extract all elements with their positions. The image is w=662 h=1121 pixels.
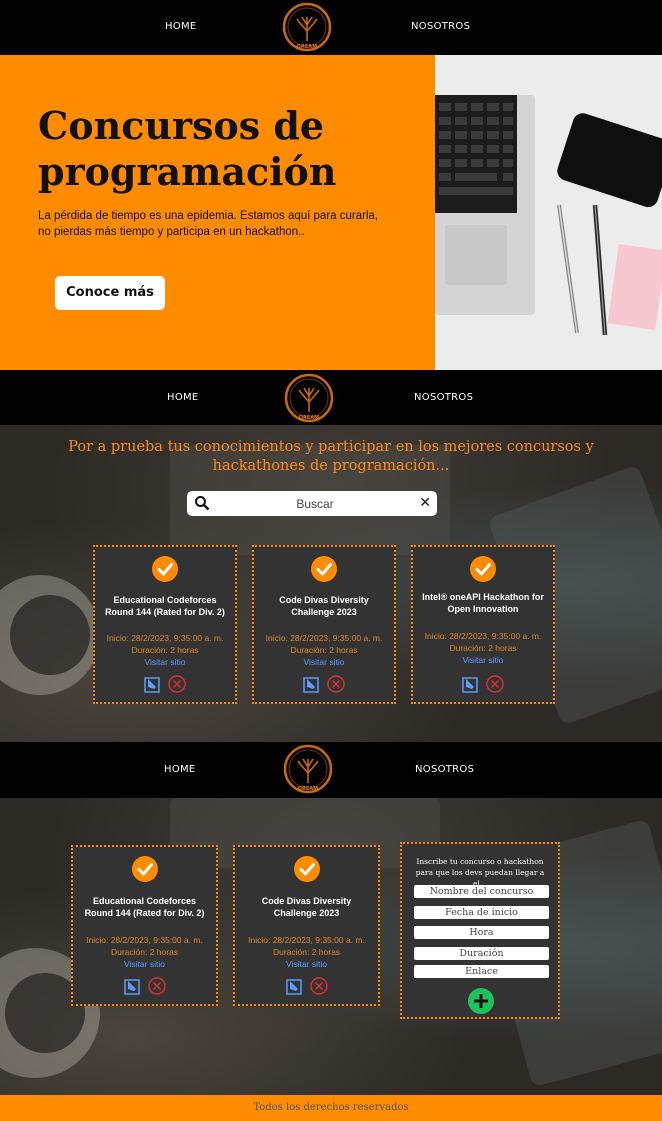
hero-text: La pérdida de tiempo es una epidemia. Es… [38, 210, 379, 238]
nav-home-link[interactable]: HOME [165, 21, 197, 32]
contest-card: Code Divas Diversity Challenge 2023 Inic… [252, 545, 396, 704]
contest-title: Educational Codeforces Round 144 (Rated … [105, 595, 225, 617]
hero-panel: Concursos de programación La pérdida de … [0, 55, 435, 370]
contest-start: Inicio: 28/2/2023, 9:35:00 a. m. [86, 935, 203, 945]
card-actions [235, 977, 378, 997]
contest-duration: Duración: 2 horas [272, 947, 341, 957]
delete-icon[interactable] [327, 675, 345, 693]
clear-search-icon[interactable]: ✕ [419, 494, 431, 511]
footer: Todos los derechos reservados [0, 1095, 662, 1121]
check-icon [293, 856, 320, 882]
contest-meta: Inicio: 28/2/2023, 9:35:00 a. m. Duració… [417, 630, 549, 666]
contest-title: Intel® oneAPI Hackathon for Open Innovat… [422, 592, 544, 614]
time-field[interactable] [414, 926, 549, 939]
nav-about-link[interactable]: NOSOTROS [415, 764, 474, 775]
svg-text:DREAM: DREAM [297, 44, 317, 50]
search-bar: ✕ [187, 491, 437, 516]
delete-icon[interactable] [168, 675, 186, 693]
contest-card: Educational Codeforces Round 144 (Rated … [71, 845, 218, 1006]
contest-card: Educational Codeforces Round 144 (Rated … [93, 545, 237, 704]
contest-card: Intel® oneAPI Hackathon for Open Innovat… [411, 545, 555, 704]
plus-icon [474, 994, 488, 1008]
card-actions [73, 977, 216, 997]
nav-home-link[interactable]: HOME [167, 392, 199, 403]
card-actions [254, 675, 394, 695]
logo[interactable]: DREAM [283, 372, 335, 424]
check-icon [311, 556, 337, 582]
contest-start: Inicio: 28/2/2023, 9:35:00 a. m. [265, 633, 383, 643]
logo[interactable]: DREAM [282, 743, 334, 795]
add-contest-button[interactable] [468, 988, 494, 1014]
logo[interactable]: DREAM [281, 1, 333, 53]
nav-about-link[interactable]: NOSOTROS [414, 392, 473, 403]
card-actions [413, 675, 553, 695]
edit-icon[interactable] [123, 977, 142, 995]
contest-meta: Inicio: 28/2/2023, 9:35:00 a. m. Duració… [258, 632, 390, 668]
contest-meta: Inicio: 28/2/2023, 9:35:00 a. m. Duració… [239, 934, 374, 970]
contest-meta: Inicio: 28/2/2023, 9:35:00 a. m. Duració… [77, 934, 212, 970]
tagline: Por a prueba tus conocimientos y partici… [68, 439, 594, 474]
svg-text:DREAM: DREAM [298, 786, 318, 792]
visit-site-link[interactable]: Visitar sitio [99, 656, 231, 668]
hero-title: Concursos de programación [38, 103, 337, 194]
edit-icon[interactable] [462, 675, 480, 693]
learn-more-button[interactable]: Conoce más [55, 276, 165, 310]
check-icon [152, 556, 178, 582]
contest-duration: Duración: 2 horas [290, 645, 358, 655]
contest-meta: Inicio: 28/2/2023, 9:35:00 a. m. Duració… [99, 632, 231, 668]
edit-icon[interactable] [303, 675, 321, 693]
delete-icon[interactable] [486, 675, 504, 693]
search-input[interactable] [215, 493, 415, 514]
check-icon [470, 556, 496, 582]
contest-duration: Duración: 2 horas [449, 643, 517, 653]
hero-image [435, 55, 662, 370]
visit-site-link[interactable]: Visitar sitio [417, 654, 549, 666]
visit-site-link[interactable]: Visitar sitio [77, 958, 212, 970]
visit-site-link[interactable]: Visitar sitio [258, 656, 390, 668]
contest-title: Educational Codeforces Round 144 (Rated … [84, 896, 205, 918]
hero: Concursos de programación La pérdida de … [0, 55, 662, 370]
contest-start: Inicio: 28/2/2023, 9:35:00 a. m. [424, 631, 542, 641]
contest-start: Inicio: 28/2/2023, 9:35:00 a. m. [106, 633, 224, 643]
nav-about-link[interactable]: NOSOTROS [411, 21, 470, 32]
check-icon [131, 856, 158, 882]
nav-home-link[interactable]: HOME [164, 764, 196, 775]
start-date-field[interactable] [414, 906, 549, 919]
top-nav: HOME DREAM NOSOTROS [0, 0, 662, 55]
contest-duration: Duración: 2 horas [110, 947, 179, 957]
contest-start: Inicio: 28/2/2023, 9:35:00 a. m. [248, 935, 365, 945]
nav-bar-2: HOME DREAM NOSOTROS [0, 370, 662, 425]
background-decoration [10, 595, 90, 675]
duration-field[interactable] [414, 947, 549, 960]
edit-icon[interactable] [285, 977, 304, 995]
visit-site-link[interactable]: Visitar sitio [239, 958, 374, 970]
edit-icon[interactable] [144, 675, 162, 693]
contest-name-field[interactable] [414, 885, 549, 898]
search-icon [195, 496, 210, 511]
nav-bar-3: HOME DREAM NOSOTROS [0, 742, 662, 798]
link-field[interactable] [414, 965, 549, 978]
register-form: Inscribe tu concurso o hackathon para qu… [400, 842, 560, 1019]
contest-duration: Duración: 2 horas [131, 645, 199, 655]
contest-title: Code Divas Diversity Challenge 2023 [261, 896, 352, 918]
delete-icon[interactable] [147, 977, 166, 995]
card-actions [95, 675, 235, 695]
delete-icon[interactable] [309, 977, 328, 995]
contest-card: Code Divas Diversity Challenge 2023 Inic… [233, 845, 380, 1006]
svg-text:DREAM: DREAM [299, 415, 319, 421]
contest-title: Code Divas Diversity Challenge 2023 [279, 595, 369, 617]
